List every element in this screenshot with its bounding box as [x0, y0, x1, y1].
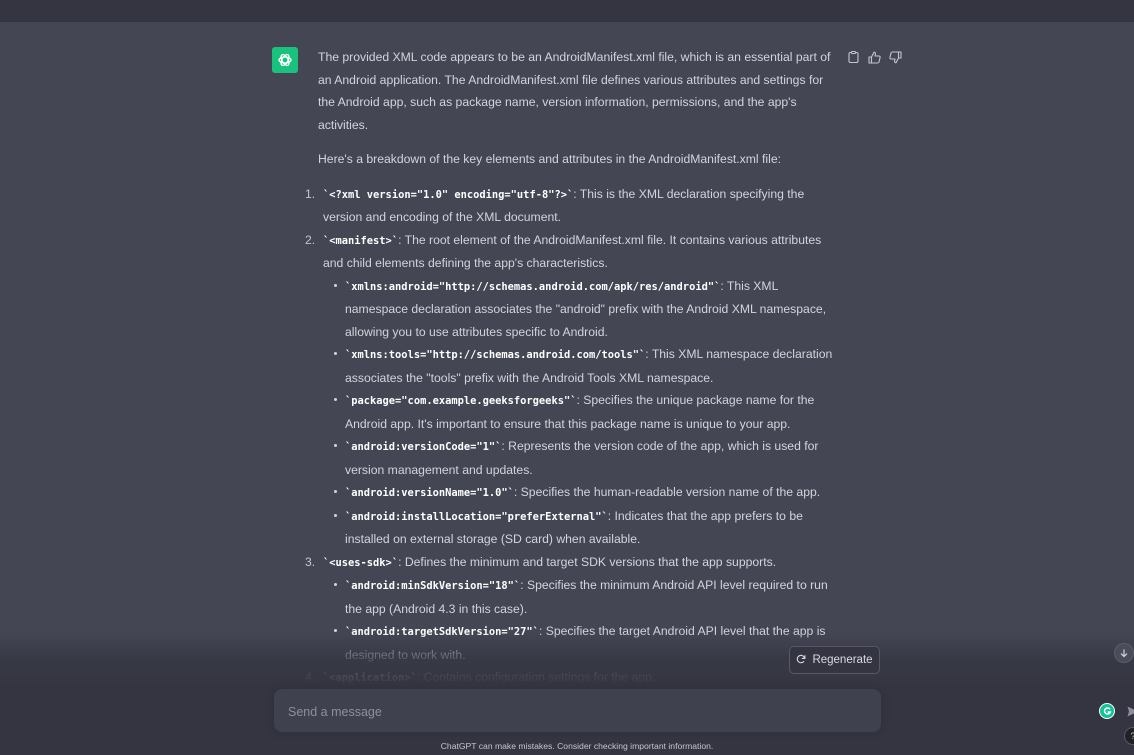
- attribute-item: `package="com.example.geeksforgeeks"`: S…: [334, 389, 838, 435]
- inline-code: `package="com.example.geeksforgeeks"`: [345, 395, 577, 407]
- message-breakdown-intro: Here's a breakdown of the key elements a…: [318, 152, 781, 166]
- list-item-number: 1.: [305, 186, 316, 201]
- refresh-icon: [796, 654, 806, 667]
- attribute-list: `android:minSdkVersion="18"`: Specifies …: [323, 574, 838, 666]
- list-item-text: : The root element of the AndroidManifes…: [323, 232, 822, 271]
- inline-code: `android:minSdkVersion="18"`: [345, 580, 521, 592]
- inline-code: `<uses-sdk>`: [323, 556, 399, 569]
- inline-code: `android:versionCode="1"`: [345, 441, 502, 453]
- inline-code: `android:installLocation="preferExternal…: [345, 510, 608, 523]
- regenerate-label: Regenerate: [812, 654, 873, 666]
- list-item-number: 4.: [305, 670, 316, 684]
- message-intro: The provided XML code appears to be an A…: [318, 50, 831, 132]
- inline-code: `<?xml version="1.0" encoding="utf-8"?>`: [323, 188, 574, 201]
- send-button[interactable]: [1123, 702, 1134, 720]
- list-item: 3. `<uses-sdk>`: Defines the minimum and …: [305, 551, 838, 667]
- inline-code: `xmlns:tools="http://schemas.android.com…: [345, 349, 646, 361]
- top-bar: [0, 0, 1134, 22]
- inline-code: `xmlns:android="http://schemas.android.c…: [345, 280, 721, 293]
- message-input-box: [274, 689, 1134, 732]
- attribute-description: : Specifies the human-readable version n…: [513, 485, 821, 499]
- list-item-number: 2.: [305, 232, 316, 247]
- attribute-item: `android:installLocation="preferExternal…: [334, 505, 838, 551]
- message-input[interactable]: [286, 700, 810, 724]
- message-actions: [846, 50, 902, 64]
- scroll-to-bottom-button[interactable]: [1114, 643, 1134, 663]
- send-icon: [1127, 706, 1134, 716]
- attribute-item: `android:minSdkVersion="18"`: Specifies …: [334, 574, 838, 620]
- clipboard-icon[interactable]: [846, 50, 860, 64]
- assistant-message-row: The provided XML code appears to be an A…: [0, 22, 1134, 755]
- attribute-item: `xmlns:android="http://schemas.android.c…: [334, 275, 838, 344]
- thumbs-up-icon[interactable]: [867, 50, 881, 64]
- chatgpt-logo-avatar: [272, 47, 298, 73]
- inline-code: `android:targetSdkVersion="27"`: [345, 626, 539, 638]
- elements-list: 1. `<?xml version="1.0" encoding="utf-8"?…: [305, 183, 838, 737]
- list-item: 2. `<manifest>`: The root element of the …: [305, 229, 838, 551]
- attribute-item: `xmlns:tools="http://schemas.android.com…: [334, 343, 838, 389]
- assistant-message-body: The provided XML code appears to be an A…: [305, 46, 838, 737]
- footer-disclaimer: ChatGPT can make mistakes. Consider chec…: [440, 741, 714, 751]
- inline-code: `<application>`: [323, 672, 417, 684]
- thumbs-down-icon[interactable]: [888, 50, 902, 64]
- list-item: 1. `<?xml version="1.0" encoding="utf-8"?…: [305, 183, 838, 229]
- grammarly-icon[interactable]: [1099, 703, 1115, 719]
- list-item-number: 3.: [305, 554, 316, 569]
- list-item-text: : Defines the minimum and target SDK ver…: [398, 554, 777, 569]
- attribute-list: `xmlns:android="http://schemas.android.c…: [323, 275, 838, 551]
- inline-code: `android:versionName="1.0"`: [345, 487, 514, 499]
- inline-code: `<manifest>`: [323, 234, 399, 247]
- attribute-item: `android:targetSdkVersion="27"`: Specifi…: [334, 620, 838, 666]
- regenerate-button[interactable]: Regenerate: [789, 646, 880, 674]
- arrow-down-icon: [1120, 649, 1128, 658]
- attribute-item: `android:versionName="1.0"`: Specifies t…: [334, 481, 838, 505]
- attribute-item: `android:versionCode="1"`: Represents th…: [334, 435, 838, 481]
- openai-logo-icon: [278, 53, 292, 67]
- list-item-text: : Contains configuration settings for th…: [416, 670, 656, 684]
